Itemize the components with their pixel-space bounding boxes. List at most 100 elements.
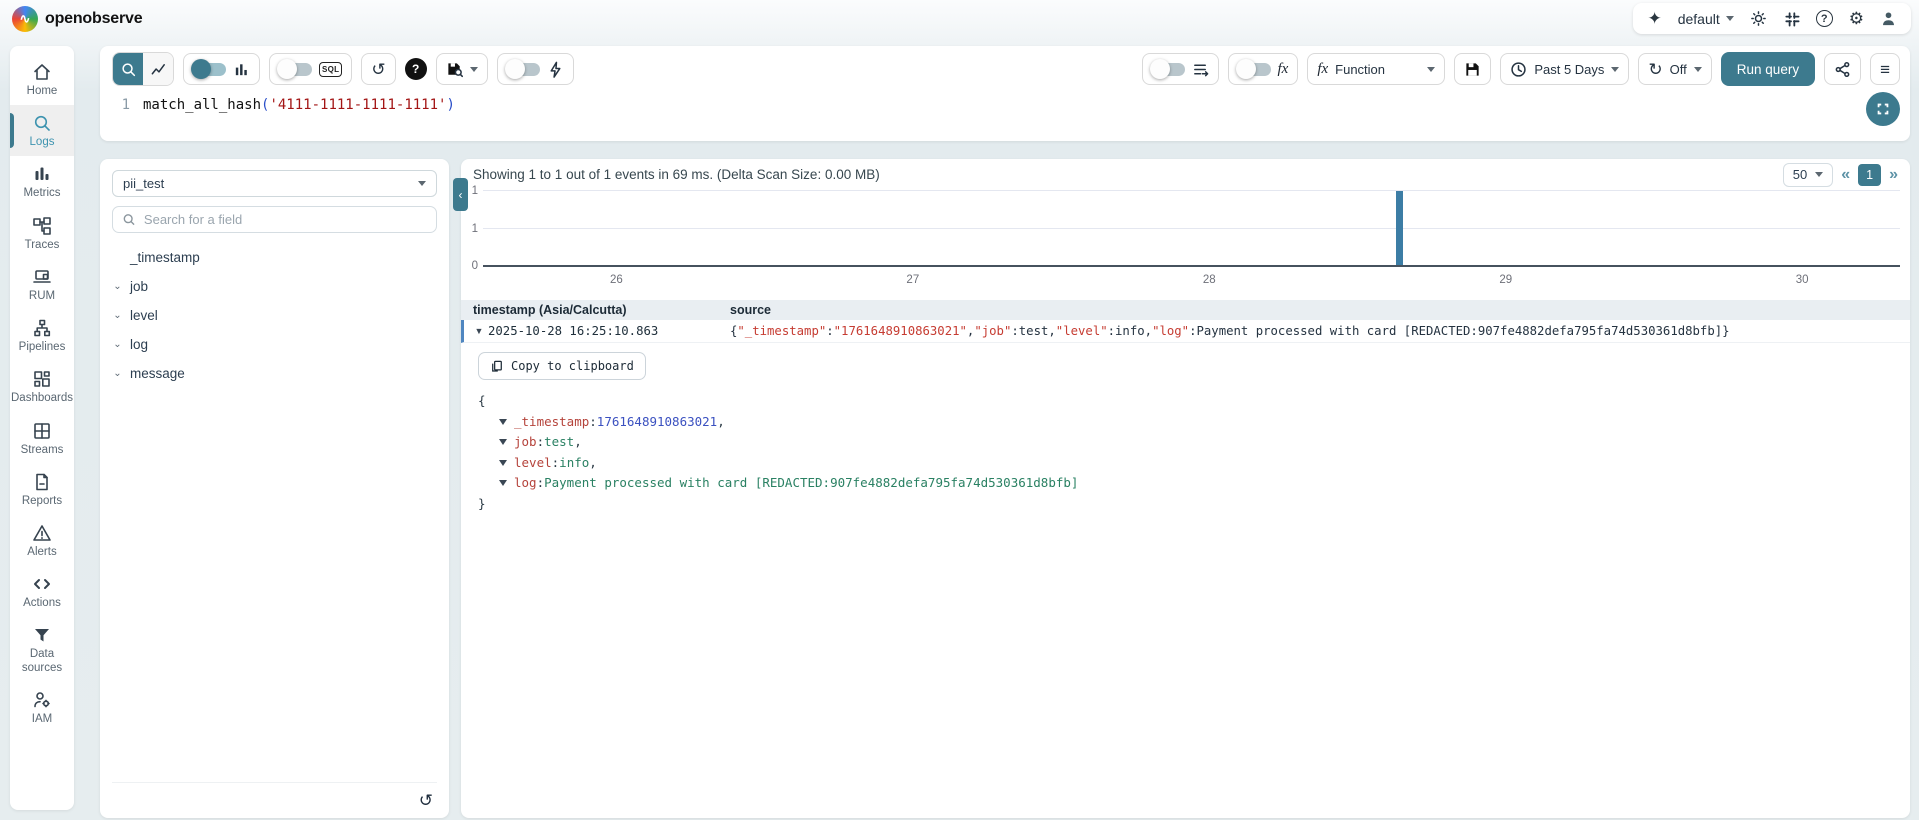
brand: ∿ openobserve: [0, 6, 142, 32]
sidebar-item-traces[interactable]: Traces: [10, 208, 74, 259]
search-icon: [120, 61, 137, 78]
stream-select[interactable]: pii_test: [112, 170, 437, 197]
refresh-fields-icon[interactable]: ↺: [419, 791, 433, 811]
x-tick-label: 27: [906, 274, 919, 286]
field-search-input[interactable]: [144, 212, 427, 227]
streaming-toggle[interactable]: [507, 63, 540, 76]
copy-to-clipboard-button[interactable]: Copy to clipboard: [478, 352, 646, 380]
query-editor[interactable]: 1 match_all_hash('4111-1111-1111-1111'): [100, 88, 1910, 113]
first-page-icon[interactable]: «: [1841, 167, 1850, 183]
hamburger-menu-icon: ≡: [1880, 61, 1890, 78]
sidebar-item-metrics[interactable]: Metrics: [10, 156, 74, 207]
time-range-select[interactable]: Past 5 Days: [1500, 53, 1629, 85]
wrap-lines-toggle[interactable]: [1152, 63, 1185, 76]
sidebar-item-iam[interactable]: IAM: [10, 682, 74, 733]
user-avatar-icon[interactable]: [1880, 10, 1897, 27]
laptop-icon: [32, 267, 52, 287]
json-value: 1761648910863021: [597, 412, 717, 433]
sparkle-icon[interactable]: ✦: [1647, 10, 1661, 27]
topbar-actions: ✦ default ? ⚙: [1633, 3, 1911, 34]
org-select[interactable]: default: [1678, 11, 1734, 27]
source-cell: {"_timestamp":"1761648910863021","job":t…: [730, 324, 1910, 338]
json-line: level:info,: [478, 453, 1910, 474]
search-mode-button[interactable]: [113, 53, 143, 85]
sidebar-item-alerts[interactable]: Alerts: [10, 515, 74, 566]
auto-refresh-select[interactable]: ↻ Off: [1638, 53, 1711, 85]
sidebar-item-actions[interactable]: Actions: [10, 566, 74, 617]
last-page-icon[interactable]: »: [1889, 167, 1898, 183]
field-row-message[interactable]: ⌄ message: [112, 359, 437, 388]
auto-refresh-value: Off: [1670, 62, 1687, 77]
function-toggle[interactable]: [1238, 63, 1271, 76]
json-key: log: [514, 473, 537, 494]
slack-icon[interactable]: [1783, 10, 1800, 27]
timestamp-cell: 2025-10-28 16:25:10.863: [488, 324, 730, 338]
fields-panel: pii_test _timestamp ⌄ job ⌄ level ⌄ log …: [100, 159, 449, 818]
function-select-value: Function: [1335, 62, 1385, 77]
json-key: level: [514, 453, 552, 474]
json-key: job: [514, 432, 537, 453]
save-function-button[interactable]: [1454, 53, 1491, 85]
fields-footer: ↺: [112, 782, 437, 818]
menu-button[interactable]: ≡: [1870, 53, 1900, 85]
reset-query-button[interactable]: ↺: [361, 53, 395, 85]
function-select[interactable]: fx Function: [1307, 53, 1445, 85]
chevron-down-icon[interactable]: [499, 439, 507, 445]
histogram-plot[interactable]: [483, 190, 1900, 267]
json-value: Payment processed with card [REDACTED:90…: [544, 473, 1078, 494]
saved-search-pill[interactable]: [436, 53, 488, 85]
theme-sun-icon[interactable]: [1750, 10, 1767, 27]
sidebar-item-streams[interactable]: Streams: [10, 413, 74, 464]
chevron-down-icon[interactable]: [499, 480, 507, 486]
help-icon[interactable]: ?: [1816, 10, 1833, 27]
chevron-down-icon[interactable]: [499, 460, 507, 466]
field-row-timestamp[interactable]: _timestamp: [112, 243, 437, 272]
sidebar-item-reports[interactable]: Reports: [10, 464, 74, 515]
table-row[interactable]: ▼ 2025-10-28 16:25:10.863 {"_timestamp":…: [461, 320, 1910, 343]
page-size-select[interactable]: 50: [1783, 163, 1833, 187]
traces-icon: [32, 216, 52, 236]
chevron-down-icon[interactable]: [499, 419, 507, 425]
sql-icon: SQL: [319, 62, 342, 77]
histogram-bar[interactable]: [1396, 191, 1403, 265]
sidebar-item-logs[interactable]: Logs: [10, 105, 74, 156]
sidebar-item-home[interactable]: Home: [10, 54, 74, 105]
histogram-toggle[interactable]: [193, 63, 226, 76]
query-help-button[interactable]: ?: [405, 58, 427, 80]
search-icon: [32, 113, 52, 133]
time-range-value: Past 5 Days: [1534, 62, 1604, 77]
results-panel: Showing 1 to 1 out of 1 events in 69 ms.…: [461, 159, 1910, 818]
field-row-level[interactable]: ⌄ level: [112, 301, 437, 330]
json-key: _timestamp: [514, 412, 589, 433]
run-query-button[interactable]: Run query: [1721, 52, 1815, 86]
sidebar-item-dashboards[interactable]: Dashboards: [10, 361, 74, 412]
clock-icon: [1510, 61, 1527, 78]
settings-gear-icon[interactable]: ⚙: [1849, 10, 1864, 27]
column-header-timestamp[interactable]: timestamp (Asia/Calcutta): [461, 303, 730, 317]
save-search-icon: [446, 61, 463, 78]
column-header-source[interactable]: source: [730, 303, 771, 317]
collapse-fields-handle[interactable]: ‹: [453, 178, 468, 211]
share-button[interactable]: [1824, 53, 1861, 85]
sql-mode-toggle[interactable]: [279, 63, 312, 76]
field-row-job[interactable]: ⌄ job: [112, 272, 437, 301]
streams-icon: [32, 421, 52, 441]
function-toggle-pill: fx: [1228, 53, 1299, 85]
field-row-log[interactable]: ⌄ log: [112, 330, 437, 359]
sidebar-item-pipelines[interactable]: Pipelines: [10, 310, 74, 361]
dashboards-icon: [32, 369, 52, 389]
chart-mode-button[interactable]: [143, 53, 173, 85]
sidebar-item-rum[interactable]: RUM: [10, 259, 74, 310]
x-tick-label: 29: [1499, 274, 1512, 286]
funnel-icon: [32, 625, 52, 645]
json-close-brace: }: [478, 494, 1910, 515]
json-line: job:test,: [478, 432, 1910, 453]
chevron-down-icon: ⌄: [112, 281, 123, 292]
copy-icon: [490, 359, 504, 373]
histogram-chart: 1 1 0 2627282930: [463, 190, 1904, 292]
editor-expand-button[interactable]: [1866, 92, 1900, 126]
sidebar-item-data-sources[interactable]: Data sources: [10, 617, 74, 681]
row-expand-chevron-icon[interactable]: ▼: [470, 326, 488, 336]
json-line: log:Payment processed with card [REDACTE…: [478, 473, 1910, 494]
page-number[interactable]: 1: [1858, 164, 1881, 186]
